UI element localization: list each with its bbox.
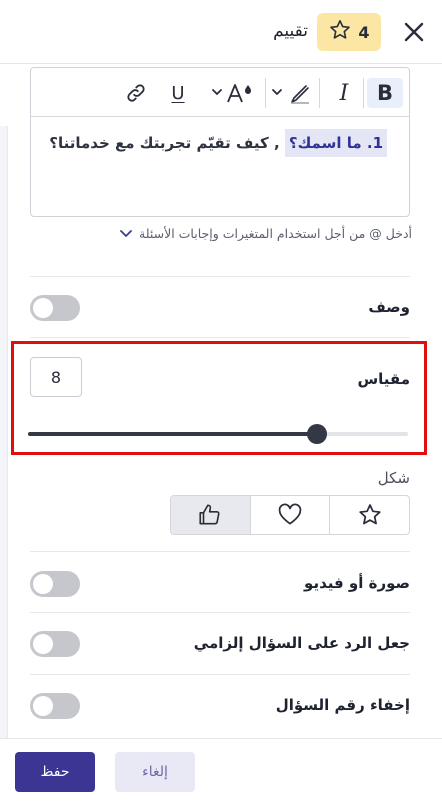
media-label: صورة أو فيديو xyxy=(304,574,410,592)
section-divider xyxy=(30,337,410,338)
scale-slider[interactable] xyxy=(28,424,408,444)
description-label: وصف xyxy=(368,298,410,316)
hide-number-toggle[interactable] xyxy=(30,693,80,719)
variables-hint[interactable]: أدخل @ من أجل استخدام المتغيرات وإجابات … xyxy=(119,226,412,241)
shape-label: شكل xyxy=(377,469,410,487)
required-label: جعل الرد على السؤال إلزامي xyxy=(193,634,410,652)
section-divider xyxy=(30,612,410,613)
shape-option-thumbs-up[interactable] xyxy=(171,496,251,534)
slider-thumb[interactable] xyxy=(306,424,327,444)
page-title: تقييم xyxy=(273,21,308,41)
question-variable-highlight: 1. ما اسمك؟ xyxy=(284,129,387,157)
link-button[interactable] xyxy=(121,78,151,108)
editor-toolbar: B I U xyxy=(31,68,409,117)
heart-icon xyxy=(278,503,302,525)
scale-label: مقياس xyxy=(357,370,410,388)
question-editor[interactable]: B I U 1. ما اسمك؟ , كيف تقيّم تجربتك مع … xyxy=(30,67,410,217)
thumbs-up-icon xyxy=(199,504,220,525)
italic-button[interactable]: I xyxy=(329,78,359,108)
section-divider xyxy=(30,551,410,552)
font-color-icon xyxy=(212,84,251,103)
shape-option-heart[interactable] xyxy=(251,496,331,534)
badge-number: 4 xyxy=(358,22,370,42)
question-text-rest: , كيف تقيّم تجربتك مع خدماتنا؟ xyxy=(49,134,285,152)
save-button[interactable]: حفظ xyxy=(15,752,95,792)
shape-selector xyxy=(170,495,410,535)
panel-footer: حفظ إلغاء xyxy=(0,738,442,801)
shape-option-star[interactable] xyxy=(330,496,409,534)
required-toggle[interactable] xyxy=(30,631,80,657)
font-color-button[interactable] xyxy=(211,78,259,108)
highlight-color-button[interactable] xyxy=(271,78,313,108)
media-toggle[interactable] xyxy=(30,571,80,597)
scale-value-input[interactable]: 8 xyxy=(30,357,82,397)
bold-button[interactable]: B xyxy=(367,78,403,108)
slider-fill xyxy=(28,432,317,436)
chevron-down-icon xyxy=(120,229,132,237)
toolbar-divider xyxy=(265,78,266,108)
left-rail xyxy=(0,126,8,746)
description-toggle[interactable] xyxy=(30,295,80,321)
hint-text: أدخل @ من أجل استخدام المتغيرات وإجابات … xyxy=(139,226,412,241)
section-divider xyxy=(30,276,410,277)
star-outline-icon xyxy=(328,18,352,46)
star-icon xyxy=(359,504,381,525)
hide-number-label: إخفاء رقم السؤال xyxy=(275,696,410,714)
panel-header: 4 تقييم xyxy=(0,0,442,64)
toolbar-divider xyxy=(363,78,364,108)
close-icon[interactable] xyxy=(402,20,426,44)
highlighter-icon xyxy=(272,85,309,104)
cancel-button[interactable]: إلغاء xyxy=(115,752,195,792)
link-icon xyxy=(127,84,145,102)
underline-button[interactable]: U xyxy=(163,78,193,108)
toolbar-divider xyxy=(319,78,320,108)
question-number-badge: 4 xyxy=(317,13,381,51)
question-text[interactable]: 1. ما اسمك؟ , كيف تقيّم تجربتك مع خدماتن… xyxy=(49,129,387,157)
section-divider xyxy=(30,674,410,675)
